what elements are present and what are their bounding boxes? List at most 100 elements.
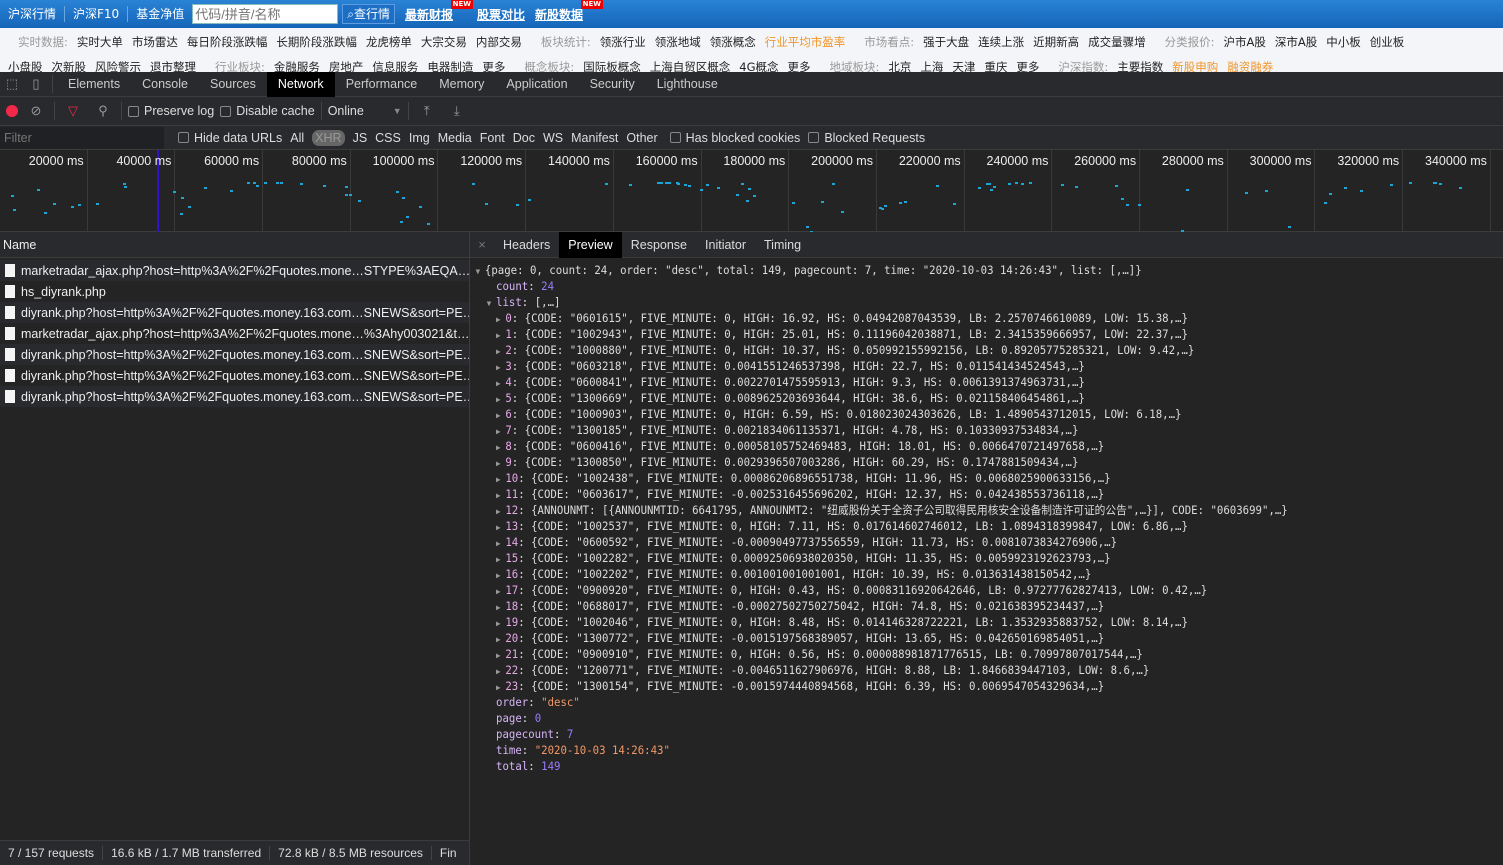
link-stock-compare[interactable]: 股票对比 xyxy=(477,6,525,23)
tab-console[interactable]: Console xyxy=(131,72,199,97)
subnav-link[interactable]: 风险警示 xyxy=(95,59,141,72)
subnav-link[interactable]: 上海自贸区概念 xyxy=(650,59,731,72)
network-overview-timeline[interactable]: 20000 ms 40000 ms 60000 ms 80000 ms 100000 m… xyxy=(0,150,1503,240)
subnav-link[interactable]: 4G概念 xyxy=(739,59,778,72)
has-blocked-cookies-checkbox[interactable]: Has blocked cookies xyxy=(669,131,800,145)
subnav-link[interactable]: 融资融券 xyxy=(1227,59,1273,72)
subnav-link[interactable]: 大宗交易 xyxy=(421,34,467,50)
search-quotes-button[interactable]: ⌕查行情 xyxy=(342,4,395,24)
tab-initiator[interactable]: Initiator xyxy=(696,232,755,258)
inspect-element-icon[interactable]: ⬚ xyxy=(4,76,20,92)
import-har-icon[interactable]: ⤒ xyxy=(419,103,435,119)
json-list-item[interactable]: ▶ 12: {ANNOUNMT: [{ANNOUNMTID: 6641795, A… xyxy=(476,502,1431,518)
subnav-link[interactable]: 市场雷达 xyxy=(132,34,178,50)
device-toolbar-icon[interactable]: ▯ xyxy=(28,76,44,92)
json-list-item[interactable]: ▶ 5: {CODE: "1300669", FIVE_MINUTE: 0.008… xyxy=(476,390,1431,406)
subnav-link[interactable]: 每日阶段涨跌幅 xyxy=(187,34,268,50)
subnav-link[interactable]: 退市整理 xyxy=(150,59,196,72)
filter-type-other[interactable]: Other xyxy=(626,131,657,145)
filter-type-manifest[interactable]: Manifest xyxy=(571,131,618,145)
subnav-link[interactable]: 房地产 xyxy=(329,59,364,72)
blocked-requests-checkbox[interactable]: Blocked Requests xyxy=(808,131,925,145)
json-list-item[interactable]: ▶ 2: {CODE: "1000880", FIVE_MINUTE: 0, HI… xyxy=(476,342,1431,358)
throttling-select[interactable]: Online ▼ xyxy=(328,104,402,118)
request-row[interactable]: diyrank.php?host=http%3A%2F%2Fquotes.mon… xyxy=(0,302,469,323)
request-row[interactable]: marketradar_ajax.php?host=http%3A%2F%2Fq… xyxy=(0,260,469,281)
json-list-item[interactable]: ▶ 14: {CODE: "0600592", FIVE_MINUTE: -0.0… xyxy=(476,534,1431,550)
tab-sources[interactable]: Sources xyxy=(199,72,267,97)
filter-input[interactable] xyxy=(0,126,164,149)
subnav-link[interactable]: 上海 xyxy=(920,59,943,72)
subnav-link[interactable]: 行业平均市盈率 xyxy=(765,34,846,50)
subnav-link[interactable]: 主要指数 xyxy=(1117,59,1163,72)
json-list-item[interactable]: ▶ 22: {CODE: "1200771", FIVE_MINUTE: -0.0… xyxy=(476,662,1431,678)
json-list-item[interactable]: ▶ 0: {CODE: "0601615", FIVE_MINUTE: 0, HI… xyxy=(476,310,1431,326)
request-row[interactable]: marketradar_ajax.php?host=http%3A%2F%2Fq… xyxy=(0,323,469,344)
json-list-item[interactable]: ▶ 20: {CODE: "1300772", FIVE_MINUTE: -0.0… xyxy=(476,630,1431,646)
subnav-link[interactable]: 信息服务 xyxy=(372,59,418,72)
request-row[interactable]: diyrank.php?host=http%3A%2F%2Fquotes.mon… xyxy=(0,386,469,407)
subnav-link[interactable]: 金融服务 xyxy=(274,59,320,72)
request-row[interactable]: hs_diyrank.php xyxy=(0,281,469,302)
json-list-item[interactable]: ▶ 18: {CODE: "0688017", FIVE_MINUTE: -0.0… xyxy=(476,598,1431,614)
link-ipo-data[interactable]: 新股数据 NEW xyxy=(535,0,604,23)
filter-type-img[interactable]: Img xyxy=(409,131,430,145)
tab-network[interactable]: Network xyxy=(266,71,335,97)
filter-type-js[interactable]: JS xyxy=(353,131,368,145)
json-list-item[interactable]: ▶ 16: {CODE: "1002202", FIVE_MINUTE: 0.00… xyxy=(476,566,1431,582)
subnav-link[interactable]: 近期新高 xyxy=(1033,34,1079,50)
subnav-link[interactable]: 长期阶段涨跌幅 xyxy=(276,34,357,50)
tab-preview[interactable]: Preview xyxy=(559,231,622,258)
request-row[interactable]: diyrank.php?host=http%3A%2F%2Fquotes.mon… xyxy=(0,365,469,386)
filter-type-css[interactable]: CSS xyxy=(375,131,401,145)
nav-fund-nav[interactable]: 基金净值 xyxy=(128,6,192,22)
subnav-link[interactable]: 更多 xyxy=(1016,59,1039,72)
preserve-log-checkbox[interactable]: Preserve log xyxy=(128,104,214,118)
subnav-link[interactable]: 重庆 xyxy=(984,59,1007,72)
subnav-link[interactable]: 沪市A股 xyxy=(1224,34,1266,50)
subnav-link[interactable]: 创业板 xyxy=(1370,34,1405,50)
json-list-item[interactable]: ▶ 3: {CODE: "0603218", FIVE_MINUTE: 0.004… xyxy=(476,358,1431,374)
export-har-icon[interactable]: ⤓ xyxy=(449,103,465,119)
tab-memory[interactable]: Memory xyxy=(428,72,495,97)
stock-search-input[interactable] xyxy=(192,4,339,24)
subnav-link[interactable]: 领涨概念 xyxy=(710,34,756,50)
search-icon[interactable]: ⚲ xyxy=(95,103,111,119)
json-list-item[interactable]: ▶ 23: {CODE: "1300154", FIVE_MINUTE: -0.0… xyxy=(476,678,1431,694)
subnav-link[interactable]: 内部交易 xyxy=(476,34,522,50)
json-list-item[interactable]: ▶ 13: {CODE: "1002537", FIVE_MINUTE: 0, H… xyxy=(476,518,1431,534)
subnav-link[interactable]: 次新股 xyxy=(52,59,87,72)
subnav-link[interactable]: 深市A股 xyxy=(1275,34,1317,50)
json-list-item[interactable]: ▶ 15: {CODE: "1002282", FIVE_MINUTE: 0.00… xyxy=(476,550,1431,566)
tab-response[interactable]: Response xyxy=(622,232,696,258)
json-list[interactable]: ▼ list: [,…] xyxy=(476,294,1431,310)
json-list-item[interactable]: ▶ 1: {CODE: "1002943", FIVE_MINUTE: 0, HI… xyxy=(476,326,1431,342)
filter-type-doc[interactable]: Doc xyxy=(513,131,535,145)
close-icon[interactable]: × xyxy=(474,237,490,253)
filter-type-font[interactable]: Font xyxy=(480,131,505,145)
json-list-item[interactable]: ▶ 6: {CODE: "1000903", FIVE_MINUTE: 0, HI… xyxy=(476,406,1431,422)
tab-elements[interactable]: Elements xyxy=(57,72,131,97)
json-list-item[interactable]: ▶ 21: {CODE: "0900910", FIVE_MINUTE: 0, H… xyxy=(476,646,1431,662)
link-latest-reports[interactable]: 最新财报 NEW xyxy=(405,0,473,23)
tab-security[interactable]: Security xyxy=(579,72,646,97)
json-list-item[interactable]: ▶ 17: {CODE: "0900920", FIVE_MINUTE: 0, H… xyxy=(476,582,1431,598)
tab-timing[interactable]: Timing xyxy=(755,232,810,258)
filter-type-ws[interactable]: WS xyxy=(543,131,563,145)
json-list-item[interactable]: ▶ 7: {CODE: "1300185", FIVE_MINUTE: 0.002… xyxy=(476,422,1431,438)
filter-type-all[interactable]: All xyxy=(290,131,304,145)
name-column-header[interactable]: Name xyxy=(0,232,469,258)
subnav-link[interactable]: 国际板概念 xyxy=(583,59,641,72)
json-list-item[interactable]: ▶ 8: {CODE: "0600416", FIVE_MINUTE: 0.000… xyxy=(476,438,1431,454)
tab-lighthouse[interactable]: Lighthouse xyxy=(646,72,729,97)
json-list-item[interactable]: ▶ 4: {CODE: "0600841", FIVE_MINUTE: 0.002… xyxy=(476,374,1431,390)
nav-hs-f10[interactable]: 沪深F10 xyxy=(65,6,129,22)
subnav-link[interactable]: 新股申购 xyxy=(1172,59,1218,72)
json-list-item[interactable]: ▶ 11: {CODE: "0603617", FIVE_MINUTE: -0.0… xyxy=(476,486,1431,502)
filter-type-xhr[interactable]: XHR xyxy=(312,129,345,146)
hide-data-urls-checkbox[interactable]: Hide data URLs xyxy=(178,131,282,145)
subnav-link[interactable]: 北京 xyxy=(888,59,911,72)
subnav-link[interactable]: 强于大盘 xyxy=(923,34,969,50)
subnav-link[interactable]: 小盘股 xyxy=(8,59,43,72)
subnav-link[interactable]: 龙虎榜单 xyxy=(366,34,412,50)
